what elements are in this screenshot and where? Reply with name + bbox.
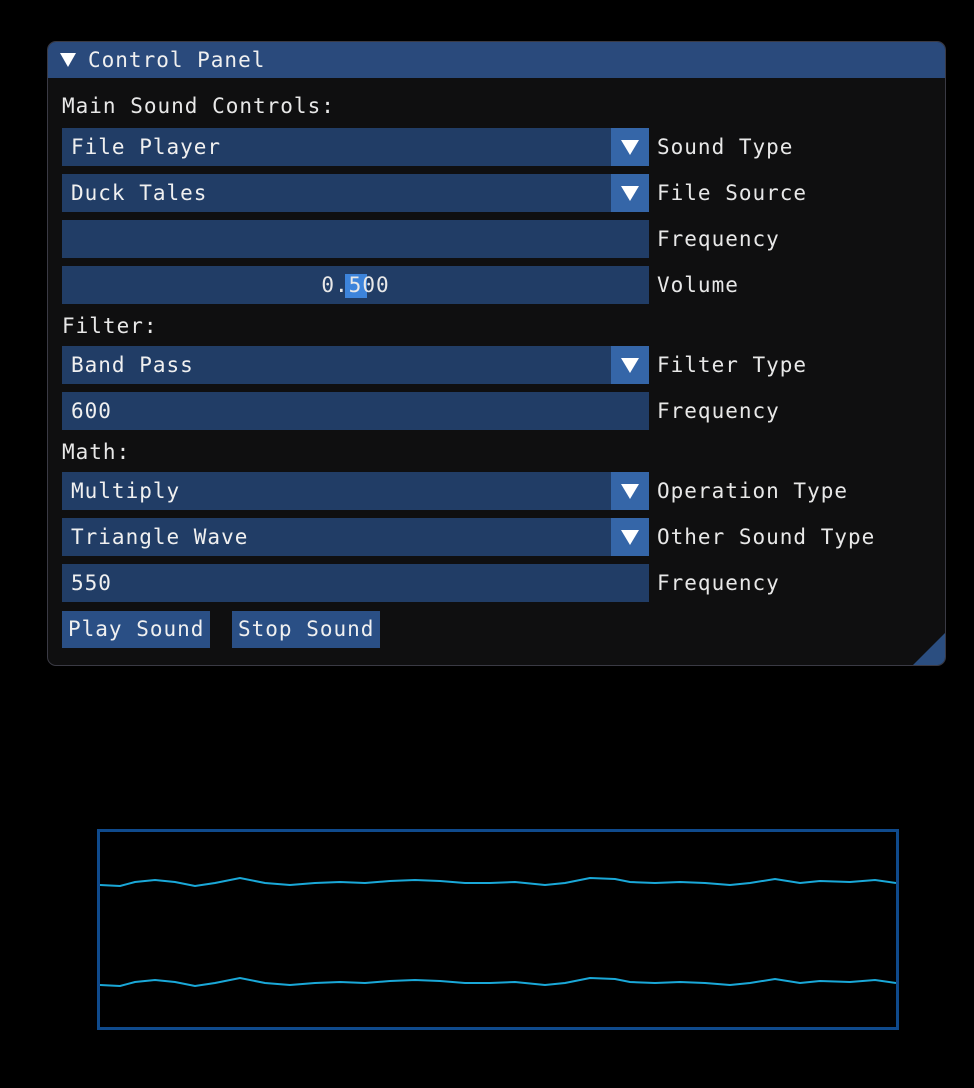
chevron-down-icon — [621, 530, 639, 545]
filter-type-dropdown-button[interactable] — [611, 346, 649, 384]
chevron-down-icon — [621, 186, 639, 201]
file-source-value: Duck Tales — [71, 181, 208, 205]
other-frequency-value: 550 — [71, 571, 112, 595]
play-sound-button[interactable]: Play Sound — [62, 611, 211, 648]
filter-type-label: Filter Type — [657, 353, 808, 377]
filter-frequency-value: 600 — [71, 399, 112, 423]
operation-type-label: Operation Type — [657, 479, 849, 503]
volume-slider[interactable]: 0.500 — [62, 266, 649, 304]
filter-frequency-input[interactable]: 600 — [62, 392, 649, 430]
other-sound-type-combo[interactable]: Triangle Wave — [62, 518, 649, 556]
stop-sound-button[interactable]: Stop Sound — [232, 611, 381, 648]
other-sound-type-dropdown-button[interactable] — [611, 518, 649, 556]
other-frequency-label: Frequency — [657, 571, 780, 595]
main-sound-controls-heading: Main Sound Controls: — [62, 94, 335, 118]
collapse-arrow-icon[interactable] — [60, 53, 76, 67]
waveform-display — [97, 829, 899, 1030]
main-frequency-input[interactable] — [62, 220, 649, 258]
waveform-left-channel — [100, 876, 896, 888]
math-heading: Math: — [62, 440, 131, 464]
control-panel-window: Control Panel Main Sound Controls: File … — [47, 41, 946, 666]
window-title: Control Panel — [88, 48, 266, 72]
volume-value: 0.500 — [321, 273, 390, 297]
operation-type-dropdown-button[interactable] — [611, 472, 649, 510]
file-source-label: File Source — [657, 181, 808, 205]
filter-heading: Filter: — [62, 314, 158, 338]
file-source-dropdown-button[interactable] — [611, 174, 649, 212]
main-frequency-label: Frequency — [657, 227, 780, 251]
other-sound-type-value: Triangle Wave — [71, 525, 249, 549]
waveform-right-channel — [100, 976, 896, 988]
chevron-down-icon — [621, 484, 639, 499]
resize-grip-icon[interactable] — [913, 633, 945, 665]
sound-type-label: Sound Type — [657, 135, 794, 159]
control-panel-titlebar[interactable]: Control Panel — [48, 42, 945, 78]
waveform-svg — [100, 876, 896, 988]
filter-frequency-label: Frequency — [657, 399, 780, 423]
operation-type-combo[interactable]: Multiply — [62, 472, 649, 510]
chevron-down-icon — [621, 140, 639, 155]
filter-type-value: Band Pass — [71, 353, 194, 377]
other-sound-type-label: Other Sound Type — [657, 525, 876, 549]
chevron-down-icon — [621, 358, 639, 373]
sound-type-dropdown-button[interactable] — [611, 128, 649, 166]
filter-type-combo[interactable]: Band Pass — [62, 346, 649, 384]
volume-label: Volume — [657, 273, 739, 297]
sound-type-combo[interactable]: File Player — [62, 128, 649, 166]
sound-type-value: File Player — [71, 135, 222, 159]
file-source-combo[interactable]: Duck Tales — [62, 174, 649, 212]
operation-type-value: Multiply — [71, 479, 181, 503]
other-frequency-input[interactable]: 550 — [62, 564, 649, 602]
